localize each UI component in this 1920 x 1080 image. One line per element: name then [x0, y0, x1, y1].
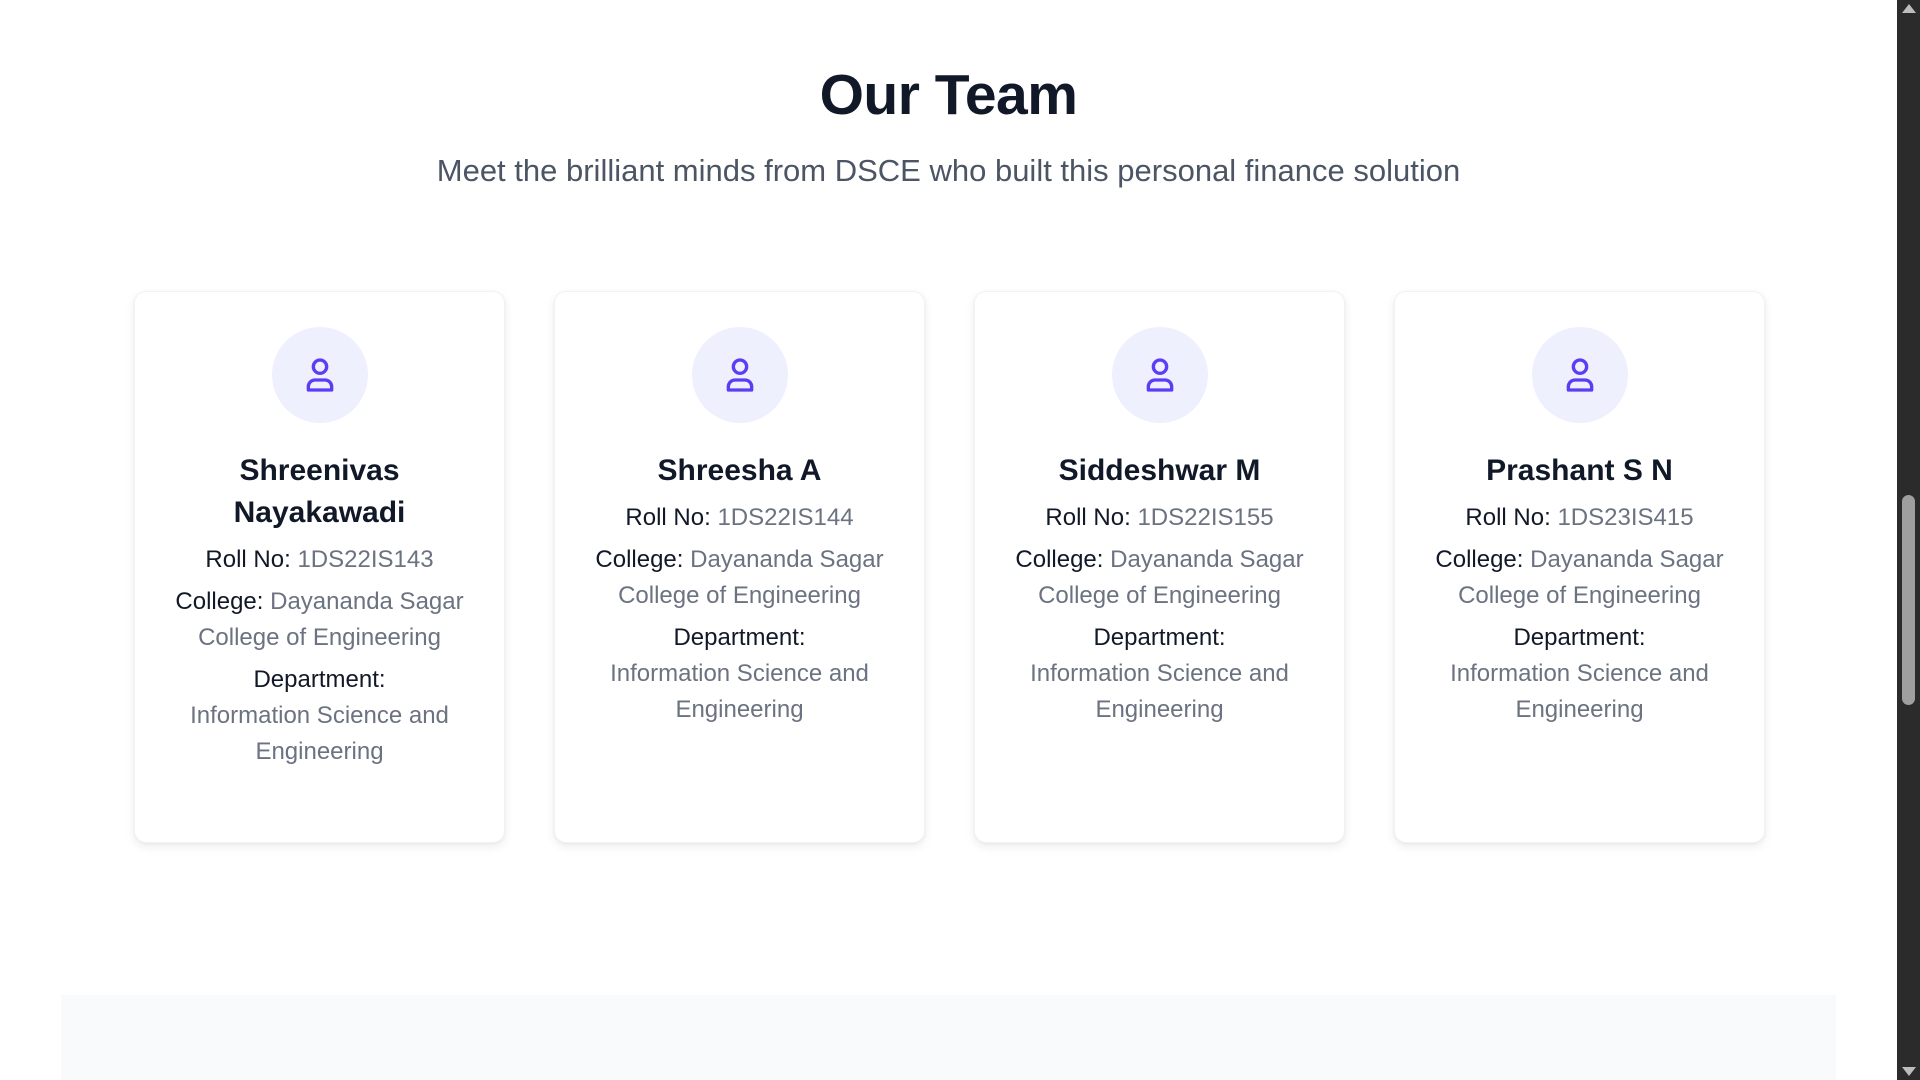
department-row: Department: Information Science and Engi…: [165, 662, 474, 770]
roll-value: 1DS22IS144: [717, 504, 854, 531]
member-name: Shreenivas Nayakawadi: [233, 454, 406, 529]
page: Our Team Meet the brilliant minds from D…: [0, 0, 1920, 1080]
department-label: Department:: [253, 666, 386, 693]
user-icon: [726, 358, 753, 392]
team-section: Our Team Meet the brilliant minds from D…: [0, 0, 1897, 1080]
department-value: Information Science and Engineering: [190, 702, 449, 765]
department-label: Department:: [1513, 624, 1646, 651]
roll-value: 1DS22IS155: [1137, 504, 1274, 531]
avatar: [1111, 327, 1208, 423]
user-icon: [1146, 358, 1173, 392]
department-label: Department:: [1093, 624, 1226, 651]
member-name: Prashant S N: [1486, 454, 1673, 487]
scroll-up-arrow-icon[interactable]: [1902, 4, 1916, 13]
user-icon: [1566, 358, 1593, 392]
college-label: College:: [175, 588, 264, 615]
next-section: [61, 995, 1836, 1080]
avatar: [691, 327, 788, 423]
scroll-thumb[interactable]: [1902, 495, 1915, 705]
avatar: [1531, 327, 1628, 423]
college-row: College: Dayananda Sagar College of Engi…: [1425, 542, 1734, 614]
team-card: Shreesha A Roll No: 1DS22IS144 College: …: [554, 291, 925, 843]
roll-row: Roll No: 1DS22IS144: [585, 500, 894, 536]
section-subtitle: Meet the brilliant minds from DSCE who b…: [436, 153, 1461, 188]
college-row: College: Dayananda Sagar College of Engi…: [585, 542, 894, 614]
team-card: Siddeshwar M Roll No: 1DS22IS155 College…: [974, 291, 1345, 843]
department-row: Department: Information Science and Engi…: [585, 620, 894, 728]
user-icon: [306, 358, 333, 392]
college-label: College:: [1015, 546, 1104, 573]
section-title: Our Team: [819, 63, 1078, 127]
department-label: Department:: [673, 624, 806, 651]
roll-row: Roll No: 1DS22IS143: [165, 542, 474, 578]
roll-label: Roll No:: [1045, 504, 1131, 531]
college-row: College: Dayananda Sagar College of Engi…: [165, 584, 474, 656]
college-label: College:: [595, 546, 684, 573]
scrollbar[interactable]: [1897, 0, 1920, 1080]
college-row: College: Dayananda Sagar College of Engi…: [1005, 542, 1314, 614]
department-row: Department: Information Science and Engi…: [1425, 620, 1734, 728]
roll-label: Roll No:: [1465, 504, 1551, 531]
department-value: Information Science and Engineering: [610, 660, 869, 723]
roll-row: Roll No: 1DS23IS415: [1425, 500, 1734, 536]
department-value: Information Science and Engineering: [1450, 660, 1709, 723]
department-row: Department: Information Science and Engi…: [1005, 620, 1314, 728]
roll-row: Roll No: 1DS22IS155: [1005, 500, 1314, 536]
avatar: [271, 327, 368, 423]
college-label: College:: [1435, 546, 1524, 573]
scroll-down-arrow-icon[interactable]: [1902, 1067, 1916, 1076]
roll-value: 1DS23IS415: [1557, 504, 1694, 531]
team-card: Prashant S N Roll No: 1DS23IS415 College…: [1394, 291, 1765, 843]
roll-label: Roll No:: [205, 546, 291, 573]
member-name: Shreesha A: [657, 454, 822, 487]
team-card: Shreenivas Nayakawadi Roll No: 1DS22IS14…: [134, 291, 505, 843]
roll-value: 1DS22IS143: [297, 546, 434, 573]
department-value: Information Science and Engineering: [1030, 660, 1289, 723]
member-name: Siddeshwar M: [1058, 454, 1261, 487]
roll-label: Roll No:: [625, 504, 711, 531]
